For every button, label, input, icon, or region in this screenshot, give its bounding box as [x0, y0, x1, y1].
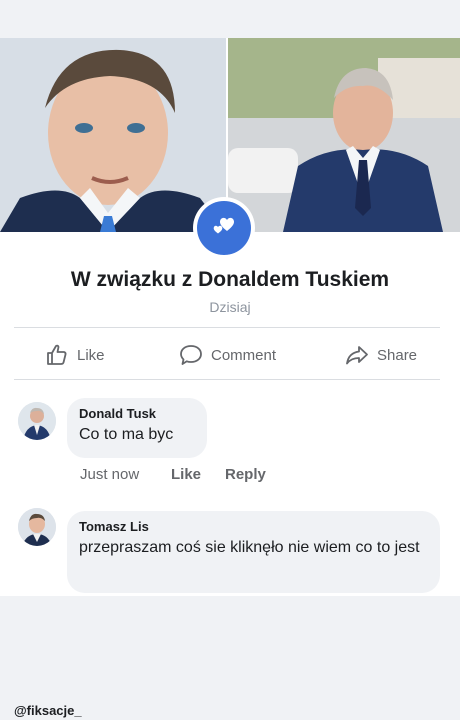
comment-icon — [180, 345, 202, 365]
comment-text: Co to ma byc — [79, 426, 174, 443]
like-button[interactable]: Like — [44, 340, 105, 370]
cover-photo-right — [228, 38, 460, 232]
like-button-label: Like — [77, 346, 105, 364]
life-event-title: W związku z Donaldem Tuskiem — [70, 268, 390, 291]
watermark-handle: @fiksacje_ — [14, 703, 82, 718]
comment-author[interactable]: Donald Tusk — [79, 406, 195, 421]
comment-like-link[interactable]: Like — [171, 466, 201, 486]
comment-author[interactable]: Tomasz Lis — [79, 519, 428, 534]
divider-top — [14, 327, 440, 328]
comment-button-label: Comment — [211, 346, 277, 364]
comment-bubble: Tomasz Lis przepraszam coś sie kliknęło … — [67, 511, 440, 593]
comment-text: przepraszam coś sie kliknęło nie wiem co… — [79, 539, 420, 556]
share-button[interactable]: Share — [344, 340, 417, 370]
avatar[interactable] — [18, 402, 56, 440]
share-icon — [346, 346, 368, 365]
avatar[interactable] — [18, 508, 56, 546]
comment-button[interactable]: Comment — [178, 340, 276, 370]
share-button-label: Share — [377, 346, 418, 364]
comment-timestamp: Just now — [80, 466, 140, 483]
life-event-date: Dzisiaj — [209, 299, 251, 315]
top-strip — [0, 0, 460, 38]
life-event-badge — [193, 197, 255, 259]
hearts-icon — [213, 217, 235, 234]
divider-bottom — [14, 379, 440, 380]
comment-reply-link[interactable]: Reply — [225, 466, 266, 486]
comment-bubble: Donald Tusk Co to ma byc — [67, 398, 207, 458]
thumbs-up-icon — [47, 344, 67, 365]
cover-photo-left — [0, 38, 226, 232]
